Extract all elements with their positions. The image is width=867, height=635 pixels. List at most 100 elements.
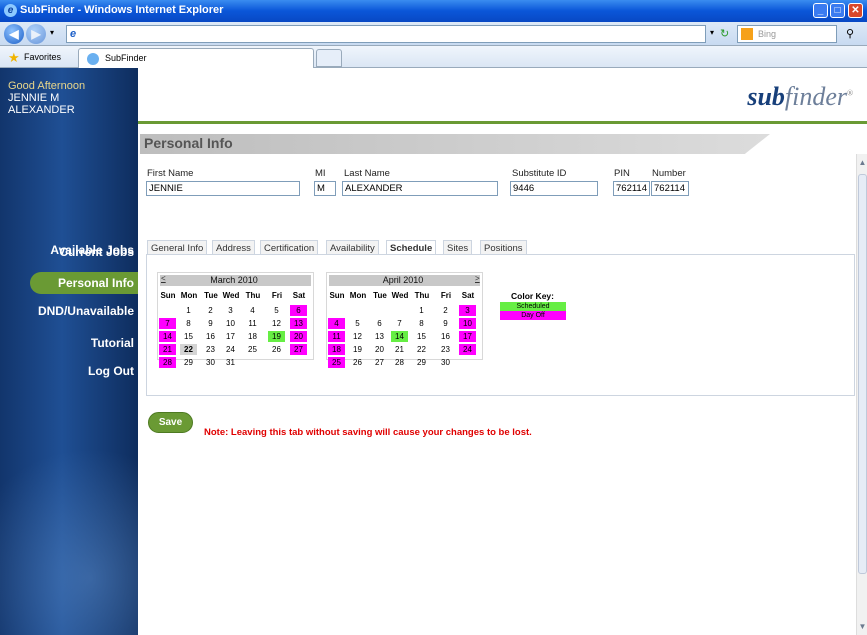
sidebar-item-log-out[interactable]: Log Out (0, 364, 134, 378)
save-button[interactable]: Save (148, 412, 193, 433)
tab-sites[interactable]: Sites (443, 240, 473, 255)
tab-general-info[interactable]: General Info (147, 240, 208, 255)
calendar-day[interactable]: 26 (268, 344, 285, 355)
address-input[interactable]: e (66, 25, 706, 43)
calendar-day[interactable]: 13 (290, 318, 307, 329)
calendar-day[interactable]: 25 (244, 344, 261, 355)
sidebar-item-personal-info[interactable]: Personal Info (30, 272, 138, 294)
calendar-day[interactable]: 8 (180, 318, 197, 329)
calendar-day[interactable]: 18 (328, 344, 345, 355)
history-dropdown-icon[interactable]: ▾ (50, 28, 54, 37)
calendar-day[interactable]: 21 (391, 344, 408, 355)
first-name-field[interactable]: JENNIE (146, 181, 300, 196)
scrollbar-thumb[interactable] (858, 174, 867, 574)
calendar-day[interactable]: 27 (290, 344, 307, 355)
calendar-day[interactable]: 18 (244, 331, 261, 342)
calendar-day[interactable]: 29 (180, 357, 197, 368)
calendar-day[interactable]: 17 (459, 331, 476, 342)
calendar-day[interactable]: 12 (268, 318, 285, 329)
next-month-button[interactable]: > (475, 274, 480, 283)
last-name-field[interactable]: ALEXANDER (342, 181, 498, 196)
calendar-day[interactable]: 21 (159, 344, 176, 355)
minimize-icon[interactable]: _ (813, 3, 828, 18)
calendar-day[interactable]: 12 (349, 331, 366, 342)
calendar-day[interactable]: 7 (391, 318, 408, 329)
substitute-id-field[interactable]: 9446 (510, 181, 598, 196)
calendar-day[interactable]: 27 (371, 357, 388, 368)
search-icon[interactable]: ⚲ (846, 27, 854, 40)
calendar-day[interactable]: 8 (413, 318, 430, 329)
calendar-day[interactable]: 29 (413, 357, 430, 368)
calendar-day[interactable]: 19 (268, 331, 285, 342)
scroll-up-icon[interactable]: ▲ (858, 158, 867, 167)
calendar-day[interactable]: 9 (202, 318, 219, 329)
sidebar-item-tutorial[interactable]: Tutorial (0, 336, 134, 350)
pin-field[interactable]: 762114 (613, 181, 650, 196)
calendar-day[interactable]: 10 (459, 318, 476, 329)
calendar-day[interactable]: 30 (202, 357, 219, 368)
calendar-day[interactable]: 11 (328, 331, 345, 342)
calendar-day[interactable]: 14 (159, 331, 176, 342)
calendar-day[interactable]: 26 (349, 357, 366, 368)
calendar-day[interactable]: 14 (391, 331, 408, 342)
refresh-icon[interactable]: ↻ (720, 27, 729, 40)
star-icon[interactable]: ★ (8, 50, 20, 66)
mi-field[interactable]: M (314, 181, 336, 196)
sidebar-item-current-jobs[interactable]: Current Jobs (0, 245, 134, 259)
calendar-day[interactable]: 5 (268, 305, 285, 316)
tab-positions[interactable]: Positions (480, 240, 527, 255)
tab-schedule[interactable]: Schedule (386, 240, 437, 255)
calendar-day[interactable]: 1 (413, 305, 430, 316)
calendar-day[interactable]: 22 (413, 344, 430, 355)
close-icon[interactable]: ✕ (848, 3, 863, 18)
calendar-day[interactable]: 28 (159, 357, 176, 368)
calendar-day[interactable]: 16 (437, 331, 454, 342)
calendar-day[interactable]: 20 (371, 344, 388, 355)
tab-availability[interactable]: Availability (326, 240, 379, 255)
calendar-day[interactable]: 9 (437, 318, 454, 329)
calendar-day[interactable]: 13 (371, 331, 388, 342)
calendar-day[interactable]: 10 (222, 318, 239, 329)
calendar-day[interactable]: 15 (413, 331, 430, 342)
calendar-day[interactable]: 24 (222, 344, 239, 355)
calendar-day[interactable]: 20 (290, 331, 307, 342)
calendar-day[interactable]: 28 (391, 357, 408, 368)
calendar-day[interactable]: 3 (222, 305, 239, 316)
back-button[interactable]: ◀ (4, 24, 24, 44)
search-input[interactable]: Bing (737, 25, 837, 43)
calendar-day[interactable]: 6 (290, 305, 307, 316)
tab-address[interactable]: Address (212, 240, 255, 255)
scroll-down-icon[interactable]: ▼ (858, 622, 867, 631)
calendar-day[interactable]: 23 (437, 344, 454, 355)
new-tab-button[interactable] (316, 49, 342, 67)
calendar-day[interactable]: 1 (180, 305, 197, 316)
sidebar-item-dnd-unavailable[interactable]: DND/Unavailable (0, 304, 134, 318)
calendar-day[interactable]: 22 (180, 344, 197, 355)
browser-tab[interactable]: SubFinder (78, 48, 314, 68)
calendar-day[interactable]: 3 (459, 305, 476, 316)
calendar-day[interactable]: 25 (328, 357, 345, 368)
tab-certification[interactable]: Certification (260, 240, 319, 255)
calendar-day[interactable]: 24 (459, 344, 476, 355)
calendar-day[interactable]: 11 (244, 318, 261, 329)
calendar-day[interactable]: 23 (202, 344, 219, 355)
calendar-day[interactable]: 16 (202, 331, 219, 342)
calendar-day[interactable]: 17 (222, 331, 239, 342)
page-scrollbar[interactable]: ▲ ▼ (856, 154, 867, 635)
calendar-day[interactable]: 19 (349, 344, 366, 355)
calendar-day[interactable]: 5 (349, 318, 366, 329)
calendar-day[interactable]: 7 (159, 318, 176, 329)
forward-button[interactable]: ▶ (26, 24, 46, 44)
number-field[interactable]: 762114 (651, 181, 689, 196)
calendar-day[interactable]: 2 (202, 305, 219, 316)
prev-month-button[interactable]: < (161, 274, 166, 283)
calendar-day[interactable]: 15 (180, 331, 197, 342)
calendar-day[interactable]: 2 (437, 305, 454, 316)
favorites-button[interactable]: Favorites (24, 52, 61, 62)
calendar-day[interactable]: 6 (371, 318, 388, 329)
maximize-icon[interactable]: □ (830, 3, 845, 18)
calendar-day[interactable]: 31 (222, 357, 239, 368)
calendar-day[interactable]: 4 (244, 305, 261, 316)
address-dropdown-icon[interactable]: ▾ (710, 28, 714, 37)
calendar-day[interactable]: 4 (328, 318, 345, 329)
